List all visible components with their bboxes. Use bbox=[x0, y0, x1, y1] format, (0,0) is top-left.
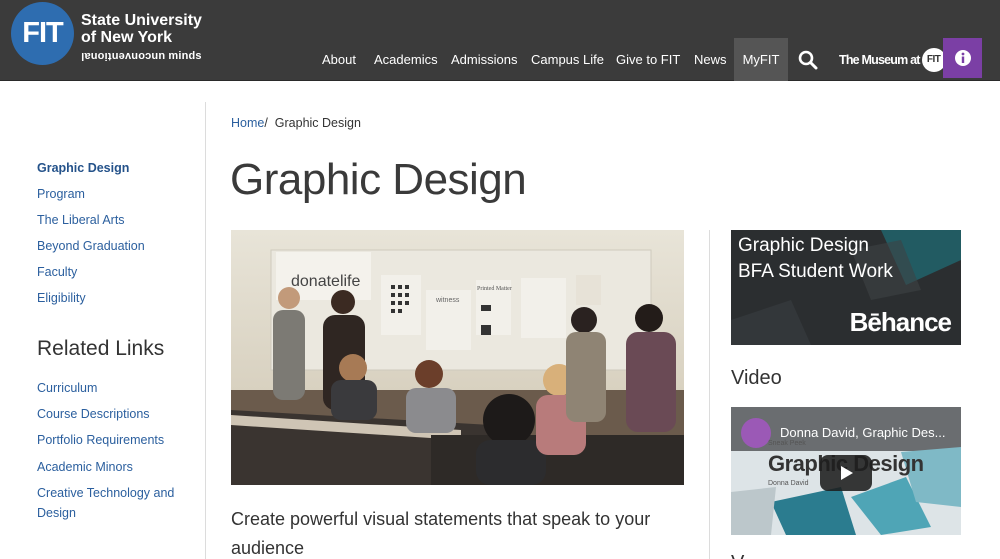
sidebar-item-graphic-design[interactable]: Graphic Design bbox=[37, 161, 129, 175]
tagline-flipped: unconventional bbox=[81, 50, 166, 62]
museum-at-fit-link[interactable]: The Museum at FIT bbox=[839, 38, 946, 81]
museum-text: The Museum at bbox=[839, 52, 920, 67]
channel-avatar[interactable] bbox=[741, 418, 771, 448]
logo-tagline: unconventional minds bbox=[81, 50, 202, 62]
photo-text-donatelife: donatelife bbox=[291, 273, 360, 290]
sidebar-item-liberal-arts[interactable]: The Liberal Arts bbox=[37, 213, 125, 227]
column-divider bbox=[709, 230, 710, 559]
behance-title-line-2: BFA Student Work bbox=[738, 261, 893, 282]
logo-wordmark[interactable]: State University of New York bbox=[81, 12, 202, 46]
video-kicker: Sneak Peek bbox=[768, 440, 806, 447]
classroom-photo: donatelife witness Printed Matter bbox=[231, 230, 684, 485]
logo-initials: FIT bbox=[22, 17, 63, 49]
breadcrumb: Home/ Graphic Design bbox=[231, 116, 361, 130]
photo-text-witness: witness bbox=[435, 297, 460, 304]
sidebar-item-eligibility[interactable]: Eligibility bbox=[37, 291, 86, 305]
nav-campus-life[interactable]: Campus Life bbox=[531, 38, 604, 81]
page-title: Graphic Design bbox=[230, 155, 527, 204]
intro-line-1: Create powerful visual statements that s… bbox=[231, 509, 651, 529]
related-link-creative-technology-line2[interactable]: Design bbox=[37, 506, 76, 520]
logo-line-2: of New York bbox=[81, 29, 172, 46]
museum-badge: FIT bbox=[921, 47, 946, 72]
nav-about[interactable]: About bbox=[322, 38, 356, 81]
info-icon bbox=[954, 50, 971, 66]
nav-give-to-fit[interactable]: Give to FIT bbox=[616, 38, 680, 81]
search-icon bbox=[798, 50, 818, 69]
search-button[interactable] bbox=[788, 38, 828, 81]
breadcrumb-current: Graphic Design bbox=[274, 116, 361, 130]
behance-logo: Bēhance bbox=[849, 307, 952, 337]
info-button[interactable] bbox=[943, 38, 982, 78]
video-title[interactable]: Donna David, Graphic Des... bbox=[780, 425, 945, 440]
play-button[interactable] bbox=[820, 455, 872, 491]
intro-line-2: audience bbox=[231, 538, 305, 558]
related-link-curriculum[interactable]: Curriculum bbox=[37, 381, 97, 395]
video-embed[interactable]: Donna David, Graphic Des... Sneak Peek G… bbox=[731, 407, 961, 535]
photo-text-printed: Printed Matter bbox=[477, 286, 512, 292]
play-icon bbox=[841, 466, 853, 480]
behance-title-line-1: Graphic Design bbox=[738, 235, 869, 256]
breadcrumb-home[interactable]: Home bbox=[231, 116, 264, 130]
next-section-heading: V bbox=[731, 552, 744, 559]
nav-admissions[interactable]: Admissions bbox=[451, 38, 517, 81]
breadcrumb-separator: / bbox=[264, 116, 268, 130]
video-thumbnail-author: Donna David bbox=[768, 480, 809, 487]
classroom-photo-illustration: donatelife witness Printed Matter bbox=[231, 230, 684, 485]
sidebar-item-faculty[interactable]: Faculty bbox=[37, 265, 77, 279]
nav-myfit[interactable]: MyFIT bbox=[734, 38, 788, 81]
logo-line-1: State University bbox=[81, 12, 202, 29]
related-link-creative-technology[interactable]: Creative Technology and bbox=[37, 486, 174, 500]
intro-text: Create powerful visual statements that s… bbox=[231, 505, 681, 559]
related-link-academic-minors[interactable]: Academic Minors bbox=[37, 460, 133, 474]
nav-academics[interactable]: Academics bbox=[374, 38, 438, 81]
related-links-heading: Related Links bbox=[37, 337, 165, 360]
video-heading: Video bbox=[731, 367, 782, 389]
related-link-course-descriptions[interactable]: Course Descriptions bbox=[37, 407, 150, 421]
nav-news[interactable]: News bbox=[694, 38, 727, 81]
fit-logo[interactable]: FIT bbox=[11, 2, 74, 65]
tagline-rest: minds bbox=[165, 50, 202, 62]
sidebar-item-beyond-graduation[interactable]: Beyond Graduation bbox=[37, 239, 145, 253]
behance-promo[interactable]: Graphic Design BFA Student Work Bēhance bbox=[731, 230, 961, 345]
sidebar-divider bbox=[205, 102, 206, 559]
related-link-portfolio-requirements[interactable]: Portfolio Requirements bbox=[37, 433, 164, 447]
sidebar-item-program[interactable]: Program bbox=[37, 187, 85, 201]
